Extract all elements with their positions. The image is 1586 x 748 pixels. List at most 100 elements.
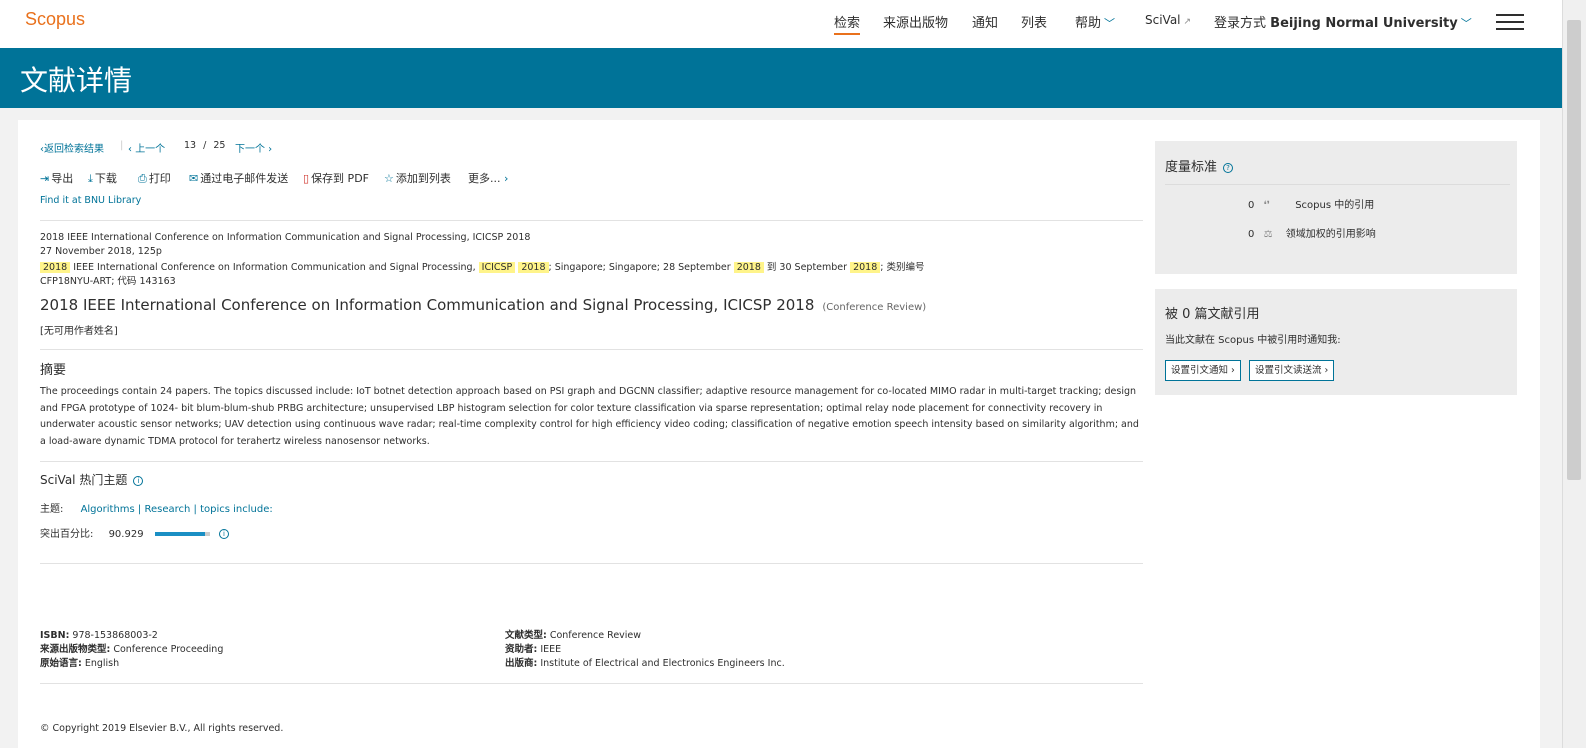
add-list-label: 添加到列表 [395, 172, 451, 185]
previous-link[interactable]: ‹ 上一个 [128, 140, 165, 155]
prominence-label: 突出百分比: [40, 529, 94, 540]
print-label: 打印 [148, 172, 171, 185]
email-button[interactable]: ✉ 通过电子邮件发送 [189, 170, 288, 186]
sponsor-row: 资助者: IEEE [505, 643, 785, 657]
find-it-link[interactable]: Find it at BNU Library [40, 195, 141, 206]
topic-links[interactable]: Algorithms | Research | topics include: [81, 504, 273, 515]
chevron-down-icon: ﹀ [1104, 17, 1116, 30]
divider [40, 220, 1143, 221]
cited-by-heading: 被 0 篇文献引用 [1165, 307, 1260, 322]
source-type-row: 来源出版物类型: Conference Proceeding [40, 643, 223, 657]
details-right: 文献类型: Conference Review 资助者: IEEE 出版商: I… [505, 629, 785, 671]
topic-label: 主题: [40, 504, 64, 515]
nav-login-institution[interactable]: 登录方式 Beijing Normal University ﹀ [1214, 12, 1472, 31]
scopus-citation-metric[interactable]: 0 ❛❜ Scopus 中的引用 [1248, 196, 1374, 211]
abstract-text: The proceedings contain 24 papers. The t… [40, 386, 1139, 447]
download-button[interactable]: ⤓ 下载 [88, 170, 117, 186]
next-link[interactable]: 下一个 › [235, 140, 272, 155]
scival-topic-heading: SciVal 热门主题 i [40, 471, 144, 488]
nav-search[interactable]: 检索 [834, 12, 861, 35]
source-text: ; Singapore; Singapore; 28 September [548, 262, 731, 273]
publisher-row: 出版商: Institute of Electrical and Electro… [505, 657, 785, 671]
source-line-1: 2018 IEEE International Conference on In… [40, 232, 531, 243]
divider: | [120, 140, 124, 151]
add-to-list-button[interactable]: ☆ 添加到列表 [384, 170, 451, 186]
nav-scival[interactable]: SciVal ↗ [1145, 13, 1191, 27]
info-icon[interactable]: ? [1223, 162, 1234, 173]
page-header-band: 文献详情 [0, 48, 1562, 108]
cited-by-notify-text: 当此文献在 Scopus 中被引用时通知我: [1165, 335, 1341, 346]
save-pdf-button[interactable]: ▯ 保存到 PDF [303, 170, 369, 186]
download-label: 下载 [94, 172, 117, 185]
top-navigation: Scopus 检索 来源出版物 通知 列表 帮助 ﹀ SciVal ↗ 登录方式 B… [0, 0, 1562, 48]
citation-alert-label: 设置引文通知 [1171, 365, 1229, 376]
source-line-2: 27 November 2018, 125p [40, 246, 162, 257]
nav-help[interactable]: 帮助 ﹀ [1075, 12, 1115, 31]
info-icon[interactable]: i [133, 475, 144, 486]
isbn-label: ISBN: [40, 630, 70, 641]
doc-type-value: Conference Review [549, 630, 642, 641]
isbn-row: ISBN: 978-153868003-2 [40, 629, 223, 643]
back-to-results-link[interactable]: ‹返回检索结果 [40, 140, 104, 155]
pdf-icon: ▯ [303, 172, 310, 185]
quote-icon: ❛❜ [1263, 200, 1271, 211]
scopus-citation-label: Scopus 中的引用 [1295, 200, 1375, 211]
abstract-heading: 摘要 [40, 363, 67, 378]
scopus-logo[interactable]: Scopus [25, 9, 85, 30]
institution-name: Beijing Normal University [1270, 16, 1458, 31]
nav-alerts[interactable]: 通知 [972, 12, 998, 31]
publisher-value: Institute of Electrical and Electronics … [540, 658, 785, 669]
menu-icon[interactable] [1496, 14, 1524, 30]
scale-icon: ⚖ [1263, 229, 1273, 240]
next-label: 下一个 [235, 144, 265, 155]
set-citation-alert-button[interactable]: 设置引文通知 › [1165, 360, 1241, 381]
position-separator: / [203, 140, 207, 151]
divider [40, 683, 1143, 684]
doc-type-label: 文献类型: [505, 630, 547, 641]
previous-label: 上一个 [135, 144, 166, 155]
source-text: ; 类别编号 [880, 262, 925, 273]
source-type-value: Conference Proceeding [113, 644, 224, 655]
prominence-bar [154, 532, 210, 536]
divider [40, 563, 1143, 564]
divider [1165, 184, 1510, 185]
more-button[interactable]: 更多... › [468, 170, 510, 186]
isbn-value: 978-153868003-2 [72, 630, 158, 641]
result-position: 13 / 25 [184, 140, 225, 151]
doc-type-row: 文献类型: Conference Review [505, 629, 785, 643]
nav-lists[interactable]: 列表 [1021, 12, 1047, 31]
download-icon: ⤓ [88, 172, 93, 185]
save-pdf-label: 保存到 PDF [311, 172, 369, 185]
language-label: 原始语言: [40, 658, 82, 669]
total-count: 25 [213, 140, 226, 151]
metrics-panel: 度量标准? 0 ❛❜ Scopus 中的引用 0 ⚖ 领域加权的引用影响 [1155, 141, 1517, 274]
chevron-down-icon: ﹀ [1460, 17, 1472, 30]
topic-row: 主题: Algorithms | Research | topics inclu… [40, 500, 273, 515]
login-prefix: 登录方式 [1214, 16, 1267, 31]
export-button[interactable]: ⇥ 导出 [40, 170, 73, 186]
scrollbar-thumb[interactable] [1567, 20, 1581, 480]
page-scrollbar[interactable] [1562, 0, 1586, 748]
email-icon: ✉ [189, 172, 199, 185]
back-label: 返回检索结果 [44, 144, 104, 155]
scival-heading-text: SciVal 热门主题 [40, 473, 128, 487]
page-title: 文献详情 [20, 64, 133, 97]
set-citation-feed-button[interactable]: 设置引文读送流 › [1249, 360, 1335, 381]
chevron-right-icon: › [500, 172, 509, 185]
print-button[interactable]: ⎙ 打印 [138, 170, 171, 186]
source-type-label: 来源出版物类型: [40, 644, 111, 655]
prominence-bar-fill [154, 532, 205, 536]
publisher-label: 出版商: [505, 658, 538, 669]
details-left: ISBN: 978-153868003-2 来源出版物类型: Conferenc… [40, 629, 223, 671]
more-label: 更多... [468, 172, 501, 185]
info-icon[interactable]: i [218, 529, 229, 539]
export-label: 导出 [51, 172, 74, 185]
fwci-label: 领域加权的引用影响 [1285, 229, 1376, 240]
export-icon: ⇥ [40, 172, 50, 185]
email-label: 通过电子邮件发送 [200, 172, 289, 185]
nav-sources[interactable]: 来源出版物 [883, 12, 948, 31]
fwci-metric[interactable]: 0 ⚖ 领域加权的引用影响 [1248, 225, 1376, 240]
nav-scival-label: SciVal [1145, 13, 1181, 27]
citation-feed-label: 设置引文读送流 [1255, 365, 1322, 376]
sponsor-label: 资助者: [505, 644, 538, 655]
